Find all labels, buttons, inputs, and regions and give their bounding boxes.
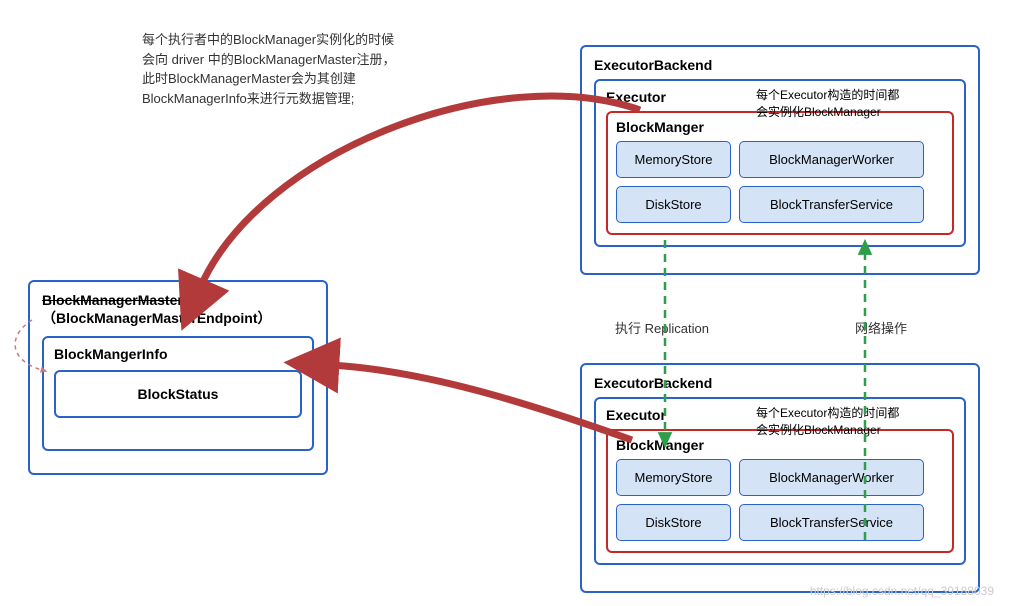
bm-title: BlockManger [616,437,944,453]
bm-title: BlockManger [616,119,944,135]
executor-title-text: Executor [606,407,666,423]
bm-grid: MemoryStore BlockManagerWorker DiskStore… [616,459,944,541]
executor-backend-2: ExecutorBackend Executor 每个Executor构造的时间… [580,363,980,593]
executor-title-text: Executor [606,89,666,105]
info-title: BlockMangerInfo [54,346,302,362]
memory-store: MemoryStore [616,459,731,496]
bm-grid: MemoryStore BlockManagerWorker DiskStore… [616,141,944,223]
executor-backend-1: ExecutorBackend Executor 每个Executor构造的时间… [580,45,980,275]
master-title: （BlockManagerMasterEndpoint） [42,308,314,328]
exec-note-line: 每个Executor构造的时间都 [756,87,956,104]
block-manager-worker: BlockManagerWorker [739,141,924,178]
note-line: 每个执行者中的BlockManager实例化的时候 [142,30,396,50]
block-manager-box: BlockManger MemoryStore BlockManagerWork… [606,429,954,553]
mid-labels: 执行 Replication 网络操作 [615,318,709,337]
block-manager-worker: BlockManagerWorker [739,459,924,496]
block-manager-info-box: BlockMangerInfo BlockStatus [42,336,314,451]
executor-box: Executor 每个Executor构造的时间都 会实例化BlockManag… [594,397,966,565]
note-line: BlockManagerInfo来进行元数据管理; [142,89,396,109]
executor-note: 每个Executor构造的时间都 会实例化BlockManager [756,87,956,121]
block-manager-box: BlockManger MemoryStore BlockManagerWork… [606,111,954,235]
backend-title: ExecutorBackend [594,375,966,391]
note-line: 会向 driver 中的BlockManagerMaster注册， [142,50,396,70]
watermark: https://blog.csdn.net/qq_39188039 [810,584,994,598]
master-title-strike: BlockManagerMaster [42,292,314,308]
executor-title: Executor 每个Executor构造的时间都 会实例化BlockManag… [606,407,954,423]
exec-note-line: 会实例化BlockManager [756,422,956,439]
disk-store: DiskStore [616,504,731,541]
executor-box: Executor 每个Executor构造的时间都 会实例化BlockManag… [594,79,966,247]
replication-label: 执行 Replication [615,321,709,336]
memory-store: MemoryStore [616,141,731,178]
executor-note: 每个Executor构造的时间都 会实例化BlockManager [756,405,956,439]
network-label: 网络操作 [855,318,935,337]
disk-store: DiskStore [616,186,731,223]
block-status-box: BlockStatus [54,370,302,418]
note-line: 此时BlockManagerMaster会为其创建 [142,69,396,89]
block-transfer-service: BlockTransferService [739,504,924,541]
exec-note-line: 每个Executor构造的时间都 [756,405,956,422]
executor-title: Executor 每个Executor构造的时间都 会实例化BlockManag… [606,89,954,105]
exec-note-line: 会实例化BlockManager [756,104,956,121]
backend-title: ExecutorBackend [594,57,966,73]
top-note: 每个执行者中的BlockManager实例化的时候 会向 driver 中的Bl… [142,30,396,108]
block-manager-master-box: BlockManagerMaster （BlockManagerMasterEn… [28,280,328,475]
block-transfer-service: BlockTransferService [739,186,924,223]
